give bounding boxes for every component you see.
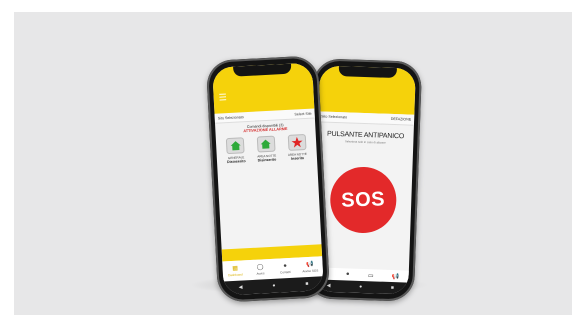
menu-icon[interactable]: ☰ — [218, 92, 227, 102]
home-nav-icon[interactable]: ● — [272, 283, 275, 289]
area-state: Disinserito — [226, 159, 246, 165]
site-selector-bar[interactable]: Sito Selezionato DEFAZIONE — [317, 111, 415, 126]
alarm-dashboard-screen: ☰ Sito Selezionato Select Site Comandi d… — [212, 62, 324, 296]
area-tile-notte[interactable]: AREA NOTTE Disinserito — [252, 135, 281, 163]
site-selected-label: Sito Selezionato — [321, 114, 348, 120]
sos-button[interactable]: SOS — [329, 165, 398, 235]
back-icon[interactable]: ◀ — [327, 283, 331, 289]
megaphone-icon[interactable]: 📢 — [392, 273, 400, 280]
phone-notch — [338, 66, 397, 79]
area-state: Disinserito — [257, 157, 277, 163]
tab-label: Avvisi — [256, 270, 265, 276]
card-icon[interactable]: ▭ — [368, 272, 374, 279]
tab-label: Contatti — [280, 269, 291, 274]
area-tile-notte-inserito[interactable]: AREA NOTTE Inserito — [282, 133, 311, 161]
star-icon — [287, 133, 307, 151]
home-nav-icon[interactable]: ● — [359, 284, 362, 290]
site-selected-label: Sito Selezionato — [217, 114, 244, 121]
tab-avviso-sos[interactable]: 📢 Avviso SOS — [300, 261, 321, 273]
site-dropdown[interactable]: DEFAZIONE — [391, 117, 412, 122]
recents-icon[interactable]: ■ — [391, 285, 394, 291]
home-icon — [226, 137, 245, 155]
home-icon — [256, 135, 276, 153]
tab-dashboard[interactable]: ▦ Dashboard — [225, 265, 246, 277]
tab-label: Dashboard — [228, 271, 243, 277]
area-tile-generale[interactable]: GENERALE Disinserito — [221, 137, 250, 164]
tab-avvisi[interactable]: ◯ Avvisi — [250, 264, 271, 276]
phone-left: ☰ Sito Selezionato Select Site Comandi d… — [205, 55, 331, 303]
photo-backdrop: ☰ Sito Selezionato Select Site Comandi d… — [14, 12, 572, 315]
select-site-button[interactable]: Select Site — [294, 111, 311, 116]
sos-label: SOS — [341, 187, 386, 212]
recents-icon[interactable]: ■ — [305, 281, 308, 287]
user-icon[interactable]: ● — [346, 271, 350, 277]
back-icon[interactable]: ◀ — [238, 284, 242, 290]
area-tiles: GENERALE Disinserito AREA NOTTE Disinser… — [216, 129, 317, 164]
tab-label: Avviso SOS — [302, 267, 319, 273]
tab-contatti[interactable]: ● Contatti — [275, 262, 296, 274]
